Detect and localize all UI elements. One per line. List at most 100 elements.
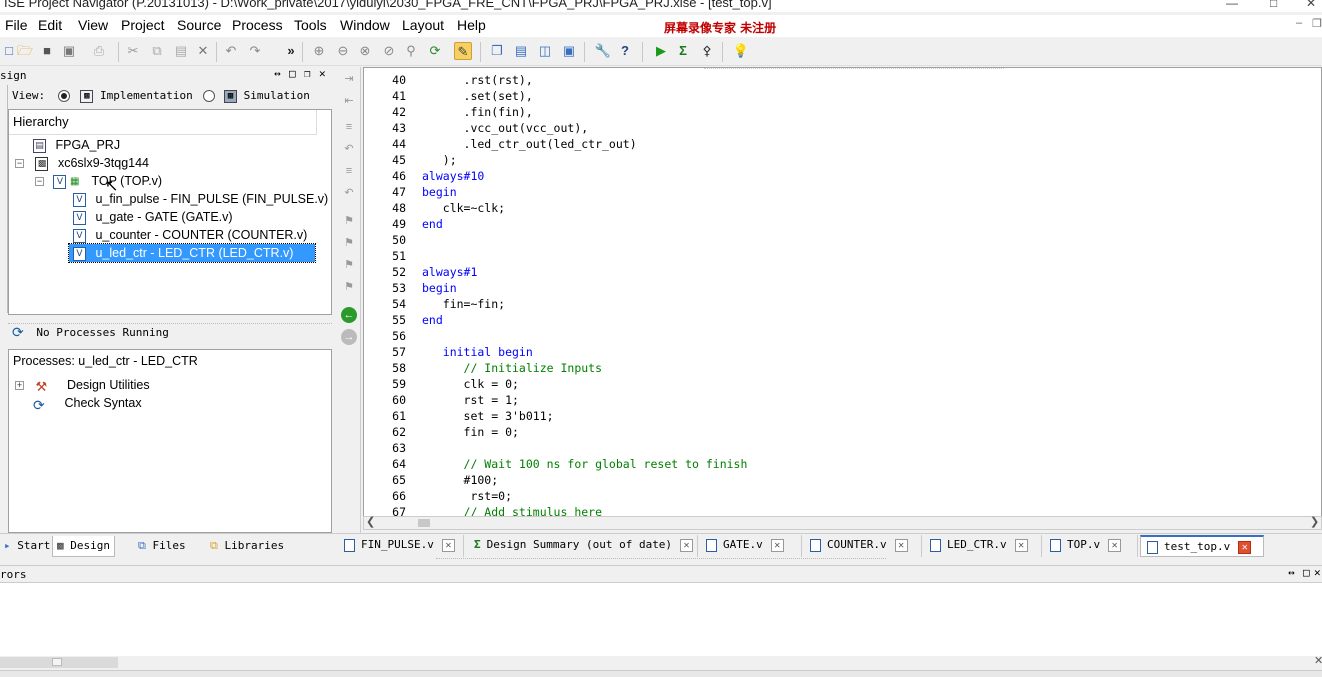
print-icon[interactable]: ⎙: [90, 42, 108, 60]
code-line[interactable]: rst = 1;: [422, 393, 519, 407]
code-line[interactable]: // Initialize Inputs: [422, 361, 602, 375]
code-line[interactable]: .set(set),: [422, 89, 533, 103]
collapse-device-icon[interactable]: −: [15, 159, 24, 169]
redo-icon[interactable]: ↷: [246, 42, 264, 60]
simulation-radio[interactable]: [203, 90, 216, 102]
file-tab-counter[interactable]: COUNTER.v ✕: [804, 535, 922, 557]
code-line[interactable]: .vcc_out(vcc_out),: [422, 121, 589, 135]
code-line[interactable]: fin = 0;: [422, 425, 519, 439]
minimize-icon[interactable]: —: [1226, 0, 1238, 10]
tab-libraries[interactable]: ⧉ Libraries: [206, 536, 288, 558]
tree-item-gate[interactable]: V u_gate - GATE (GATE.v): [73, 208, 233, 226]
tree-item-top[interactable]: − V ▦ TOP (TOP.v): [35, 172, 162, 190]
bookmark-icon[interactable]: ⚑: [341, 213, 357, 229]
indent-icon[interactable]: ⇥: [341, 71, 357, 87]
close-tab-icon[interactable]: ✕: [894, 538, 908, 552]
list-icon[interactable]: ≡: [341, 163, 357, 179]
close-tab-icon[interactable]: ✕: [441, 538, 455, 552]
delete-icon[interactable]: ✕: [194, 42, 212, 60]
file-tab-led-ctr[interactable]: LED_CTR.v ✕: [924, 535, 1042, 557]
scroll-right-icon[interactable]: ❯: [1310, 515, 1319, 528]
tile-vertical-icon[interactable]: ◫: [536, 42, 554, 60]
open-folder-icon[interactable]: 🗁: [16, 42, 34, 60]
file-tab-gate[interactable]: GATE.v ✕: [700, 535, 802, 557]
code-line[interactable]: clk=~clk;: [422, 201, 505, 215]
tile-horizontal-icon[interactable]: ▤: [512, 42, 530, 60]
errors-horizontal-scrollbar[interactable]: ✕: [0, 655, 1322, 669]
cascade-windows-icon[interactable]: ❐: [488, 42, 506, 60]
tab-design[interactable]: ▩ Design: [52, 536, 115, 557]
expand-design-utilities-icon[interactable]: +: [15, 381, 24, 391]
zoom-full-icon[interactable]: ⊗: [356, 42, 374, 60]
maximize-pane-icon[interactable]: □: [289, 67, 296, 80]
edit-mode-icon[interactable]: ✎: [454, 42, 472, 60]
menu-project[interactable]: Project: [121, 17, 165, 33]
bookmark-clear-icon[interactable]: ⚑: [341, 279, 357, 295]
go-back-icon[interactable]: ←: [341, 307, 357, 323]
code-line[interactable]: clk = 0;: [422, 377, 519, 391]
close-tab-icon[interactable]: ✕: [1108, 538, 1122, 552]
code-line[interactable]: begin: [422, 185, 457, 199]
zoom-selected-icon[interactable]: ⊘: [380, 42, 398, 60]
settings-wrench-icon[interactable]: 🔧: [594, 42, 612, 60]
help-pointer-icon[interactable]: ?: [616, 42, 634, 60]
menu-help[interactable]: Help: [457, 17, 486, 33]
zoom-in-icon[interactable]: ⊕: [310, 42, 328, 60]
menu-process[interactable]: Process: [232, 17, 283, 33]
toolbar-overflow-icon[interactable]: »: [282, 42, 300, 60]
copy-icon[interactable]: ⧉: [148, 42, 166, 60]
file-tab-top[interactable]: TOP.v ✕: [1044, 535, 1138, 557]
code-line[interactable]: .fin(fin),: [422, 105, 533, 119]
implementation-radio[interactable]: [57, 90, 70, 102]
code-line[interactable]: initial begin: [422, 345, 533, 359]
mdi-minimize-icon[interactable]: –: [1296, 17, 1302, 29]
close-pane-icon[interactable]: ✕: [319, 67, 326, 80]
menu-view[interactable]: View: [78, 17, 108, 33]
process-check-syntax[interactable]: ⟳ Check Syntax: [33, 394, 142, 413]
bookmark-prev-icon[interactable]: ⚑: [341, 257, 357, 273]
implementation-label[interactable]: Implementation: [100, 89, 193, 102]
close-tab-icon[interactable]: ✕: [1238, 540, 1252, 554]
file-tab-test-top[interactable]: test_top.v ✕: [1140, 535, 1264, 557]
scroll-left-icon[interactable]: ❮: [366, 515, 375, 528]
code-line[interactable]: .led_ctr_out(led_ctr_out): [422, 137, 637, 151]
code-line[interactable]: set = 3'b011;: [422, 409, 554, 423]
implement-run-icon[interactable]: ▶: [652, 42, 670, 60]
bookmark-next-icon[interactable]: ⚑: [341, 235, 357, 251]
close-tab-icon[interactable]: ✕: [1014, 538, 1028, 552]
code-line[interactable]: always#1: [422, 265, 477, 279]
menu-tools[interactable]: Tools: [294, 17, 327, 33]
tab-start[interactable]: ▸ Start: [0, 536, 54, 558]
zoom-out-icon[interactable]: ⊖: [334, 42, 352, 60]
menu-window[interactable]: Window: [340, 17, 390, 33]
menu-file[interactable]: File: [5, 17, 28, 33]
code-line[interactable]: );: [422, 153, 457, 167]
save-all-icon[interactable]: ▣: [60, 42, 78, 60]
editor-horizontal-scrollbar[interactable]: ❮ ❯: [363, 516, 1322, 530]
design-summary-icon[interactable]: Σ: [674, 42, 692, 60]
tree-item-led-ctr[interactable]: V u_led_ctr - LED_CTR (LED_CTR.v): [68, 243, 316, 263]
save-icon[interactable]: ■: [38, 42, 56, 60]
close-pane-icon[interactable]: ✕: [1314, 566, 1321, 579]
maximize-pane-icon[interactable]: □: [1303, 566, 1310, 579]
refresh-icon[interactable]: ⟳: [426, 42, 444, 60]
collapse-top-icon[interactable]: −: [35, 177, 44, 187]
tree-item-counter[interactable]: V u_counter - COUNTER (COUNTER.v): [73, 226, 307, 244]
scroll-thumb[interactable]: [418, 519, 430, 527]
close-icon[interactable]: ✕: [1306, 0, 1316, 10]
process-design-utilities[interactable]: + ⚒ Design Utilities: [15, 376, 150, 394]
code-line[interactable]: always#10: [422, 169, 484, 183]
undo-side-icon[interactable]: ↶: [341, 185, 357, 201]
code-line[interactable]: end: [422, 313, 443, 327]
cut-icon[interactable]: ✂: [124, 42, 142, 60]
mdi-restore-icon[interactable]: ❐: [1312, 17, 1322, 30]
simulation-label[interactable]: Simulation: [244, 89, 310, 102]
paste-icon[interactable]: ▤: [172, 42, 190, 60]
code-line[interactable]: fin=~fin;: [422, 297, 505, 311]
undo-icon[interactable]: ↶: [222, 42, 240, 60]
menu-edit[interactable]: Edit: [38, 17, 62, 33]
uncomment-icon[interactable]: ↶: [341, 141, 357, 157]
restore-pane-icon[interactable]: ❐: [304, 67, 311, 80]
tab-files[interactable]: ⧉ Files: [134, 536, 190, 558]
lightbulb-icon[interactable]: 💡: [732, 42, 750, 60]
